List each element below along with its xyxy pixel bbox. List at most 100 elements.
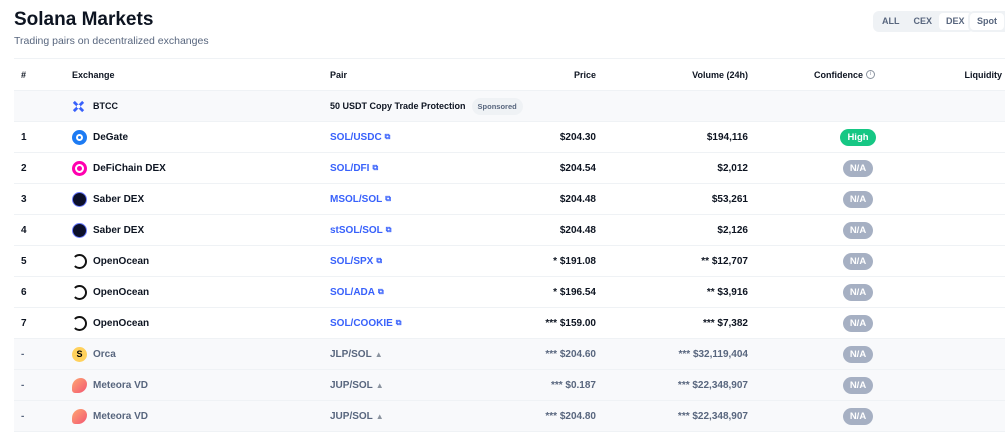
- confidence: N/A: [827, 308, 889, 338]
- table-header: # Exchange Pair Price Volume (24h) Confi…: [14, 59, 1005, 91]
- col-confidence-label: Confidence: [814, 69, 864, 80]
- pair-link[interactable]: SOL/COOKIE ⧉: [330, 308, 402, 338]
- price: *** $159.00: [545, 317, 596, 329]
- volume: ** $3,916: [706, 286, 748, 298]
- btcc-icon: [72, 91, 85, 121]
- table-row[interactable]: 5 OpenOcean SOL/SPX ⧉ * $191.08 ** $12,70…: [14, 246, 1005, 277]
- price: $204.48: [559, 193, 596, 205]
- volume: *** $22,348,907: [677, 410, 748, 422]
- table-row[interactable]: 4 Saber DEX stSOL/SOL ⧉ $204.48 $2,126 N/…: [14, 215, 1005, 246]
- exchange-name[interactable]: DeGate: [93, 122, 128, 152]
- pair-link[interactable]: JUP/SOL ▲: [330, 370, 384, 400]
- external-link-icon: ⧉: [385, 225, 392, 234]
- pair-link[interactable]: MSOL/SOL ⧉: [330, 184, 391, 214]
- table-row[interactable]: 6 OpenOcean SOL/ADA ⧉ * $196.54 ** $3,916…: [14, 277, 1005, 308]
- exchange-name[interactable]: DeFiChain DEX: [93, 153, 166, 183]
- table-row[interactable]: - Meteora VD JUP/SOL ▲ *** $204.80 *** $2…: [14, 401, 1005, 432]
- pair-link[interactable]: SOL/DFI ⧉: [330, 153, 378, 183]
- col-exchange[interactable]: Exchange: [72, 59, 115, 90]
- confidence-badge: N/A: [842, 283, 874, 301]
- exchange-name[interactable]: Meteora VD: [93, 370, 148, 400]
- pair-label: SOL/COOKIE: [330, 317, 393, 329]
- exchange-name[interactable]: OpenOcean: [93, 308, 149, 338]
- price: $204.54: [559, 162, 596, 174]
- confidence: N/A: [827, 370, 889, 400]
- exchange-name[interactable]: Meteora VD: [93, 401, 148, 431]
- confidence-badge: N/A: [842, 252, 874, 270]
- exchange-name[interactable]: OpenOcean: [93, 246, 149, 276]
- exchange-name[interactable]: Orca: [93, 339, 116, 369]
- confidence-badge: N/A: [842, 345, 874, 363]
- table-row[interactable]: 2 DeFiChain DEX SOL/DFI ⧉ $204.54 $2,012 …: [14, 153, 1005, 184]
- exchange-name[interactable]: OpenOcean: [93, 277, 149, 307]
- pair-label: SOL/SPX: [330, 255, 374, 267]
- openocean-icon: [72, 277, 87, 307]
- table-row[interactable]: - Meteora VD JUP/SOL ▲ *** $0.187 *** $22…: [14, 370, 1005, 401]
- col-pair: Pair: [330, 69, 348, 80]
- table-row[interactable]: 3 Saber DEX MSOL/SOL ⧉ $204.48 $53,261 N/…: [14, 184, 1005, 215]
- row-rank: -: [21, 348, 25, 360]
- filter-cex[interactable]: CEX: [907, 13, 940, 30]
- confidence: N/A: [827, 246, 889, 276]
- external-link-icon: ⧉: [385, 194, 391, 203]
- row-rank: 3: [21, 193, 27, 205]
- price: * $191.08: [553, 255, 596, 267]
- pair-link[interactable]: SOL/SPX ⧉: [330, 246, 382, 276]
- row-rank: 7: [21, 317, 27, 329]
- confidence: N/A: [827, 401, 889, 431]
- volume: $2,126: [717, 224, 748, 236]
- sponsored-badge: Sponsored: [471, 97, 523, 115]
- external-link-icon: ⧉: [395, 318, 402, 327]
- volume: *** $32,119,404: [678, 348, 748, 360]
- external-link-icon: ⧉: [372, 163, 379, 172]
- exchange-name[interactable]: Saber DEX: [93, 215, 144, 245]
- sponsored-row[interactable]: BTCC 50 USDT Copy Trade Protection Sponso…: [14, 91, 1005, 122]
- pair-link[interactable]: SOL/USDC ⧉: [330, 122, 390, 152]
- sponsored-text[interactable]: 50 USDT Copy Trade Protection Sponsored: [330, 91, 523, 121]
- volume: $194,116: [706, 131, 748, 143]
- col-volume[interactable]: Volume (24h): [692, 59, 748, 90]
- pair-link[interactable]: SOL/ADA ⧉: [330, 277, 384, 307]
- row-rank: 5: [21, 255, 27, 267]
- row-rank: -: [21, 379, 25, 391]
- confidence: High: [827, 122, 889, 152]
- col-confidence[interactable]: Confidence i: [814, 59, 876, 90]
- pair-label: SOL/USDC: [330, 131, 382, 143]
- row-rank: 6: [21, 286, 27, 298]
- confidence: N/A: [827, 184, 889, 214]
- sponsored-exchange[interactable]: BTCC: [93, 91, 118, 121]
- degate-icon: [72, 122, 87, 152]
- table-row[interactable]: 7 OpenOcean SOL/COOKIE ⧉ *** $159.00 *** …: [14, 308, 1005, 339]
- price: * $196.54: [553, 286, 596, 298]
- filter-dex[interactable]: DEX: [939, 13, 972, 30]
- table-row[interactable]: 1 DeGate SOL/USDC ⧉ $204.30 $194,116 High: [14, 122, 1005, 153]
- info-icon[interactable]: i: [866, 70, 876, 79]
- col-price[interactable]: Price: [574, 59, 596, 90]
- confidence: N/A: [827, 153, 889, 183]
- confidence: N/A: [827, 339, 889, 369]
- openocean-icon: [72, 246, 87, 276]
- exchange-name[interactable]: Saber DEX: [93, 184, 144, 214]
- confidence-badge: N/A: [842, 190, 874, 208]
- filter-all[interactable]: ALL: [875, 13, 907, 30]
- pair-label: JUP/SOL: [330, 410, 373, 422]
- table-row[interactable]: - S Orca JLP/SOL ▲ *** $204.60 *** $32,11…: [14, 339, 1005, 370]
- pair-link[interactable]: stSOL/SOL ⧉: [330, 215, 392, 245]
- row-rank: -: [21, 410, 25, 422]
- meteora-icon: [72, 401, 87, 431]
- col-liquidity[interactable]: Liquidity: [965, 59, 1003, 90]
- sponsored-label: 50 USDT Copy Trade Protection: [330, 101, 466, 111]
- price: *** $0.187: [550, 379, 596, 391]
- filter-spot[interactable]: Spot: [970, 13, 1004, 30]
- defichain-icon: [72, 153, 87, 183]
- page-subtitle: Trading pairs on decentralized exchanges: [14, 35, 209, 47]
- external-link-icon: ⧉: [376, 256, 383, 265]
- warning-icon: ▲: [374, 349, 383, 359]
- exchange-type-filter: ALL CEX DEX: [873, 11, 974, 32]
- price: *** $204.60: [545, 348, 596, 360]
- pair-link[interactable]: JLP/SOL ▲: [330, 339, 383, 369]
- volume: $2,012: [717, 162, 748, 174]
- confidence: N/A: [827, 277, 889, 307]
- pair-link[interactable]: JUP/SOL ▲: [330, 401, 384, 431]
- pair-label: SOL/ADA: [330, 286, 375, 298]
